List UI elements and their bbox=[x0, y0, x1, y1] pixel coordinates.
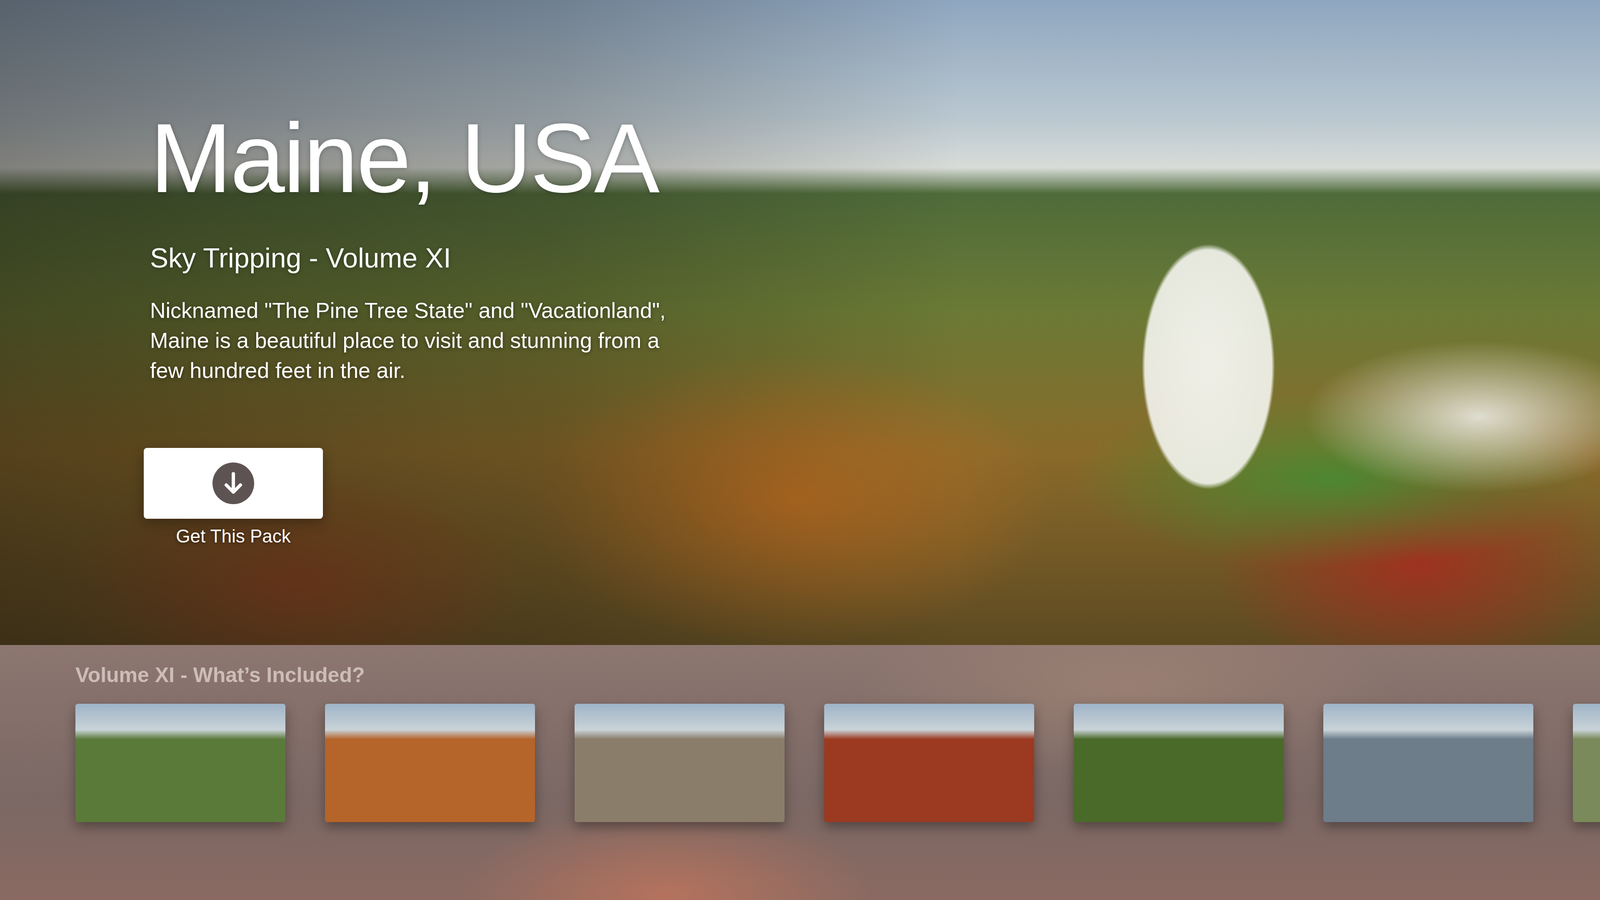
video-thumbnail[interactable] bbox=[325, 703, 535, 823]
shelf-title: Volume XI - What’s Included? bbox=[75, 661, 1600, 689]
video-thumbnail[interactable] bbox=[1073, 703, 1284, 823]
included-shelf: Volume XI - What’s Included? bbox=[0, 645, 1600, 900]
download-icon bbox=[212, 462, 255, 505]
video-thumbnail[interactable] bbox=[75, 703, 286, 823]
get-pack-label[interactable]: Get This Pack bbox=[175, 525, 291, 548]
pack-description: Nicknamed "The Pine Tree State" and "Vac… bbox=[150, 295, 692, 386]
pack-subtitle: Sky Tripping - Volume XI bbox=[150, 241, 452, 275]
pack-screen: Maine, USA Sky Tripping - Volume XI Nickna… bbox=[0, 0, 1600, 900]
thumbnail-row bbox=[75, 703, 1600, 823]
get-pack-action: Get This Pack bbox=[143, 447, 323, 548]
video-thumbnail[interactable] bbox=[1572, 703, 1600, 823]
video-thumbnail[interactable] bbox=[824, 703, 1035, 823]
pack-title: Maine, USA bbox=[150, 104, 658, 213]
video-thumbnail[interactable] bbox=[1323, 703, 1534, 823]
video-thumbnail[interactable] bbox=[574, 703, 785, 823]
hero-banner: Maine, USA Sky Tripping - Volume XI Nickna… bbox=[0, 0, 1600, 645]
get-pack-button[interactable] bbox=[143, 447, 323, 519]
